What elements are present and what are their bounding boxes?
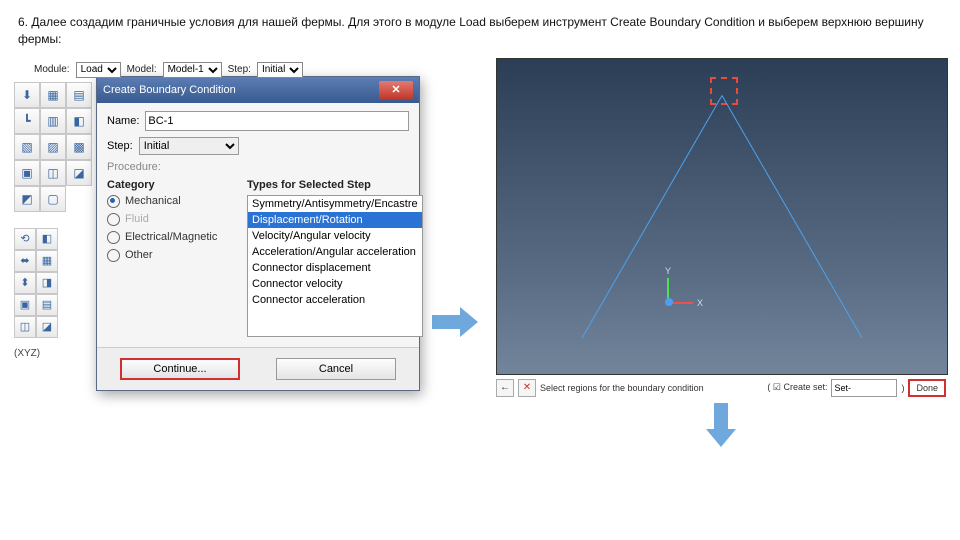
done-button[interactable]: Done xyxy=(908,379,946,397)
z-axis-icon xyxy=(665,298,673,306)
coord-label: (XYZ) xyxy=(14,348,40,359)
step-select[interactable]: Initial xyxy=(257,62,303,78)
context-bar: Module: Load Model: Model-1 Step: Initia… xyxy=(34,62,303,78)
tool-predefined[interactable]: ▧ xyxy=(14,134,40,160)
type-item[interactable]: Connector acceleration xyxy=(248,292,422,308)
view-tool-7[interactable]: ▣ xyxy=(14,294,36,316)
viewport[interactable]: Y X xyxy=(496,58,948,375)
truss-member-1 xyxy=(722,95,863,338)
prompt-cancel-button[interactable]: ✕ xyxy=(518,379,536,397)
category-list: Mechanical Fluid Electrical/Magnetic Other xyxy=(107,195,237,262)
model-select[interactable]: Model-1 xyxy=(163,62,222,78)
prompt-text: Select regions for the boundary conditio… xyxy=(540,383,704,393)
dialog-titlebar[interactable]: Create Boundary Condition ✕ xyxy=(97,77,419,103)
continue-button[interactable]: Continue... xyxy=(120,358,240,380)
radio-icon xyxy=(107,195,120,208)
dialog-body: Name: Step: Initial Procedure: Category … xyxy=(97,103,419,347)
category-fluid: Fluid xyxy=(107,213,237,226)
category-label: Other xyxy=(125,249,153,261)
category-electrical-magnetic[interactable]: Electrical/Magnetic xyxy=(107,231,237,244)
tool-load-manager[interactable]: ▦ xyxy=(40,82,66,108)
instruction-text: 6. Далее создадим граничные условия для … xyxy=(0,0,960,58)
module-select[interactable]: Load xyxy=(76,62,121,78)
category-header: Category xyxy=(107,179,237,191)
category-mechanical[interactable]: Mechanical xyxy=(107,195,237,208)
tool-bc-manager[interactable]: ▥ xyxy=(40,108,66,134)
tool-row5a[interactable]: ◩ xyxy=(14,186,40,212)
radio-icon xyxy=(107,231,120,244)
cancel-button[interactable]: Cancel xyxy=(276,358,396,380)
type-item[interactable]: Acceleration/Angular acceleration xyxy=(248,244,422,260)
category-label: Mechanical xyxy=(125,195,181,207)
arrow-down-wrap xyxy=(496,403,946,447)
types-list[interactable]: Symmetry/Antisymmetry/EncastreDisplaceme… xyxy=(247,195,423,337)
x-axis-label: X xyxy=(697,298,703,308)
tool-case[interactable]: ▣ xyxy=(14,160,40,186)
type-item[interactable]: Displacement/Rotation xyxy=(248,212,422,228)
type-item[interactable]: Connector velocity xyxy=(248,276,422,292)
category-label: Electrical/Magnetic xyxy=(125,231,217,243)
tool-temp[interactable]: ◫ xyxy=(40,160,66,186)
axis-triad: Y X xyxy=(657,274,697,314)
module-toolbox: ⬇ ▦ ▤ ┗ ▥ ◧ ▧ ▨ ▩ ▣ ◫ ◪ ◩ ▢ xyxy=(14,82,94,212)
view-tool-6[interactable]: ◨ xyxy=(36,272,58,294)
view-toolbox: ⟲ ◧ ⬌ ▦ ⬍ ◨ ▣ ▤ ◫ ◪ xyxy=(14,228,94,338)
types-header: Types for Selected Step xyxy=(247,179,423,191)
y-axis-label: Y xyxy=(665,266,671,276)
tool-amplitude[interactable]: ▨ xyxy=(40,134,66,160)
step-field-label: Step: xyxy=(107,140,133,152)
left-panel: Module: Load Model: Model-1 Step: Initia… xyxy=(14,58,412,398)
radio-icon xyxy=(107,213,120,226)
tool-other[interactable]: ◪ xyxy=(66,160,92,186)
step-label: Step: xyxy=(228,64,251,75)
view-tool-3[interactable]: ⬌ xyxy=(14,250,36,272)
dialog-title-text: Create Boundary Condition xyxy=(103,84,236,96)
view-tool-10[interactable]: ◪ xyxy=(36,316,58,338)
tool-create-load[interactable]: ⬇ xyxy=(14,82,40,108)
type-item[interactable]: Connector displacement xyxy=(248,260,422,276)
category-label: Fluid xyxy=(125,213,149,225)
create-bc-dialog: Create Boundary Condition ✕ Name: Step: … xyxy=(96,76,420,391)
view-tool-5[interactable]: ⬍ xyxy=(14,272,36,294)
type-item[interactable]: Velocity/Angular velocity xyxy=(248,228,422,244)
dialog-button-row: Continue... Cancel xyxy=(97,347,419,390)
model-label: Model: xyxy=(127,64,157,75)
view-tool-2[interactable]: ◧ xyxy=(36,228,58,250)
view-tool-9[interactable]: ◫ xyxy=(14,316,36,338)
tool-bc-tool[interactable]: ▤ xyxy=(66,82,92,108)
step-select-dialog[interactable]: Initial xyxy=(139,137,239,155)
prompt-bar: ← ✕ Select regions for the boundary cond… xyxy=(496,379,946,397)
prompt-back-button[interactable]: ← xyxy=(496,379,514,397)
tool-field[interactable]: ◧ xyxy=(66,108,92,134)
view-tool-4[interactable]: ▦ xyxy=(36,250,58,272)
create-set-label: Create set: xyxy=(783,382,827,392)
type-item[interactable]: Symmetry/Antisymmetry/Encastre xyxy=(248,196,422,212)
tool-create-bc[interactable]: ┗ xyxy=(14,108,40,134)
category-other[interactable]: Other xyxy=(107,249,237,262)
close-icon[interactable]: ✕ xyxy=(379,81,413,99)
right-panel: Y X ← ✕ Select regions for the boundary … xyxy=(496,58,946,447)
module-label: Module: xyxy=(34,64,70,75)
radio-icon xyxy=(107,249,120,262)
name-field-label: Name: xyxy=(107,115,139,127)
arrow-right-icon xyxy=(432,307,476,337)
set-name-input[interactable] xyxy=(831,379,897,397)
view-tool-8[interactable]: ▤ xyxy=(36,294,58,316)
name-input[interactable] xyxy=(145,111,409,131)
arrow-down-icon xyxy=(706,403,736,447)
tool-row5b[interactable]: ▢ xyxy=(40,186,66,212)
procedure-label: Procedure: xyxy=(107,161,409,173)
content-row: Module: Load Model: Model-1 Step: Initia… xyxy=(0,58,960,447)
tool-misc[interactable]: ▩ xyxy=(66,134,92,160)
view-tool-1[interactable]: ⟲ xyxy=(14,228,36,250)
